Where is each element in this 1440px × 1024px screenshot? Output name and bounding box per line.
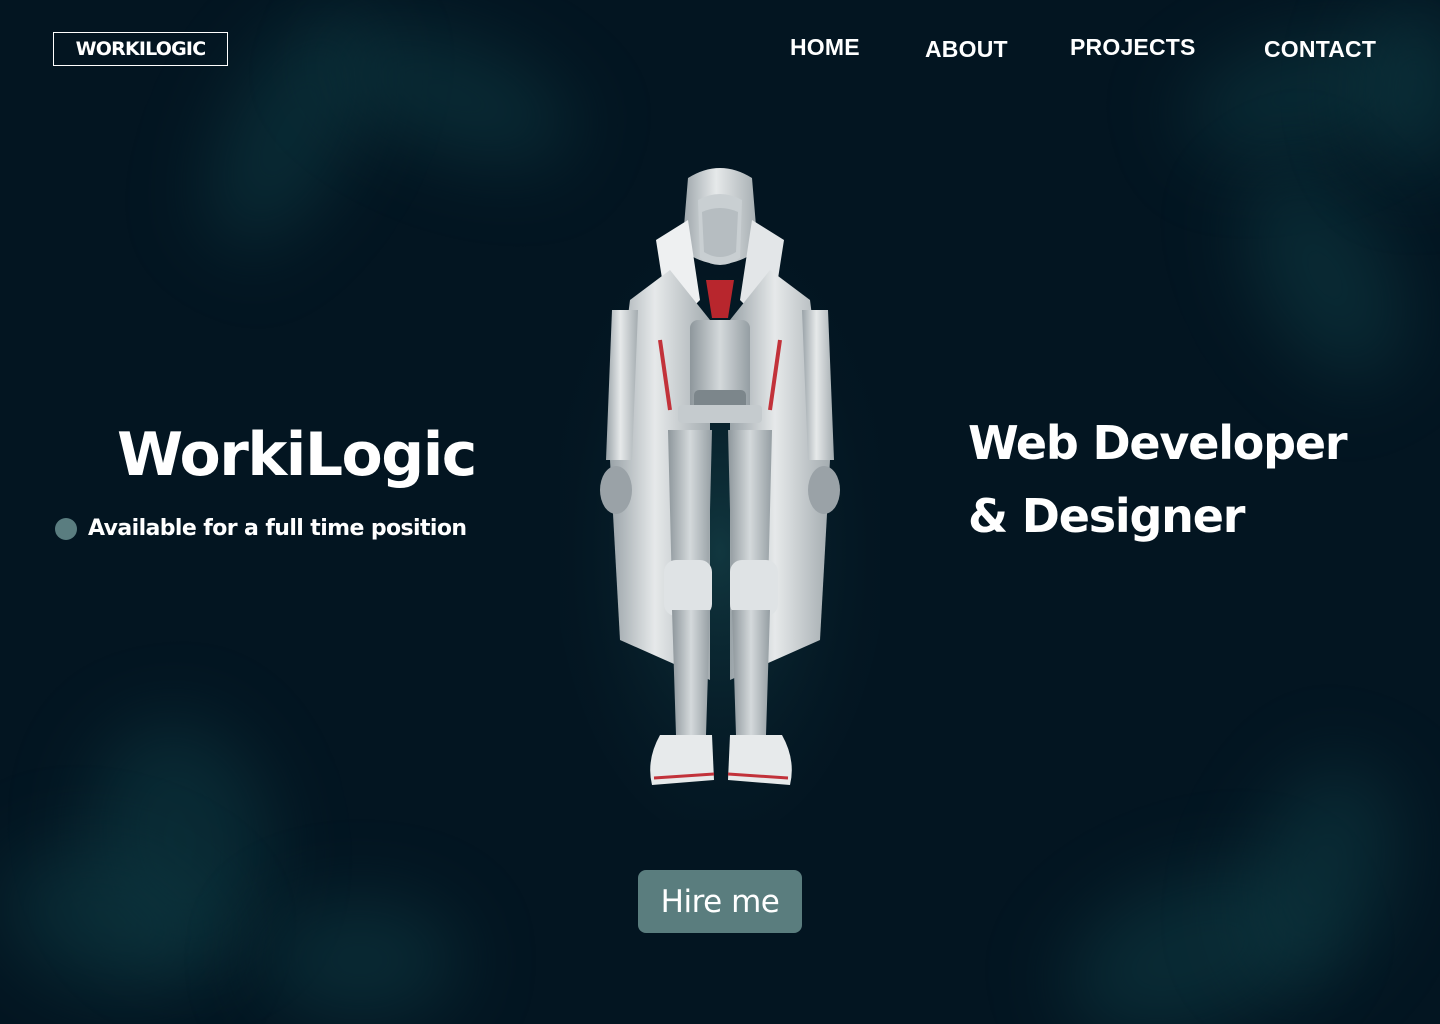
landing-page: WORKILOGIC HOME ABOUT PROJECTS CONTACT W… <box>0 0 1440 1024</box>
bg-blob <box>70 706 290 974</box>
bg-blob <box>1211 142 1439 408</box>
role-title-line-1: Web Developer <box>968 416 1348 470</box>
nav-about-link[interactable]: ABOUT <box>925 36 1008 63</box>
nav-projects-link[interactable]: PROJECTS <box>1070 34 1196 61</box>
availability-status: Available for a full time position <box>55 516 467 541</box>
site-logo[interactable]: WORKILOGIC <box>53 32 228 66</box>
role-title-line-2: & Designer <box>968 489 1245 543</box>
nav-contact-link[interactable]: CONTACT <box>1264 36 1376 63</box>
bg-blob <box>0 823 235 1017</box>
status-dot-icon <box>55 517 77 540</box>
nav-home-link[interactable]: HOME <box>790 34 860 61</box>
bg-blob <box>260 900 460 1020</box>
bg-blob <box>309 0 591 192</box>
status-text: Available for a full time position <box>88 516 467 541</box>
bg-blob <box>1042 840 1338 1024</box>
bg-blob <box>1214 742 1426 1008</box>
hooded-robot-figure-image <box>560 168 880 820</box>
hire-me-button[interactable]: Hire me <box>638 870 802 933</box>
hero-name: WorkiLogic <box>117 420 477 490</box>
bg-blob <box>1360 0 1440 180</box>
